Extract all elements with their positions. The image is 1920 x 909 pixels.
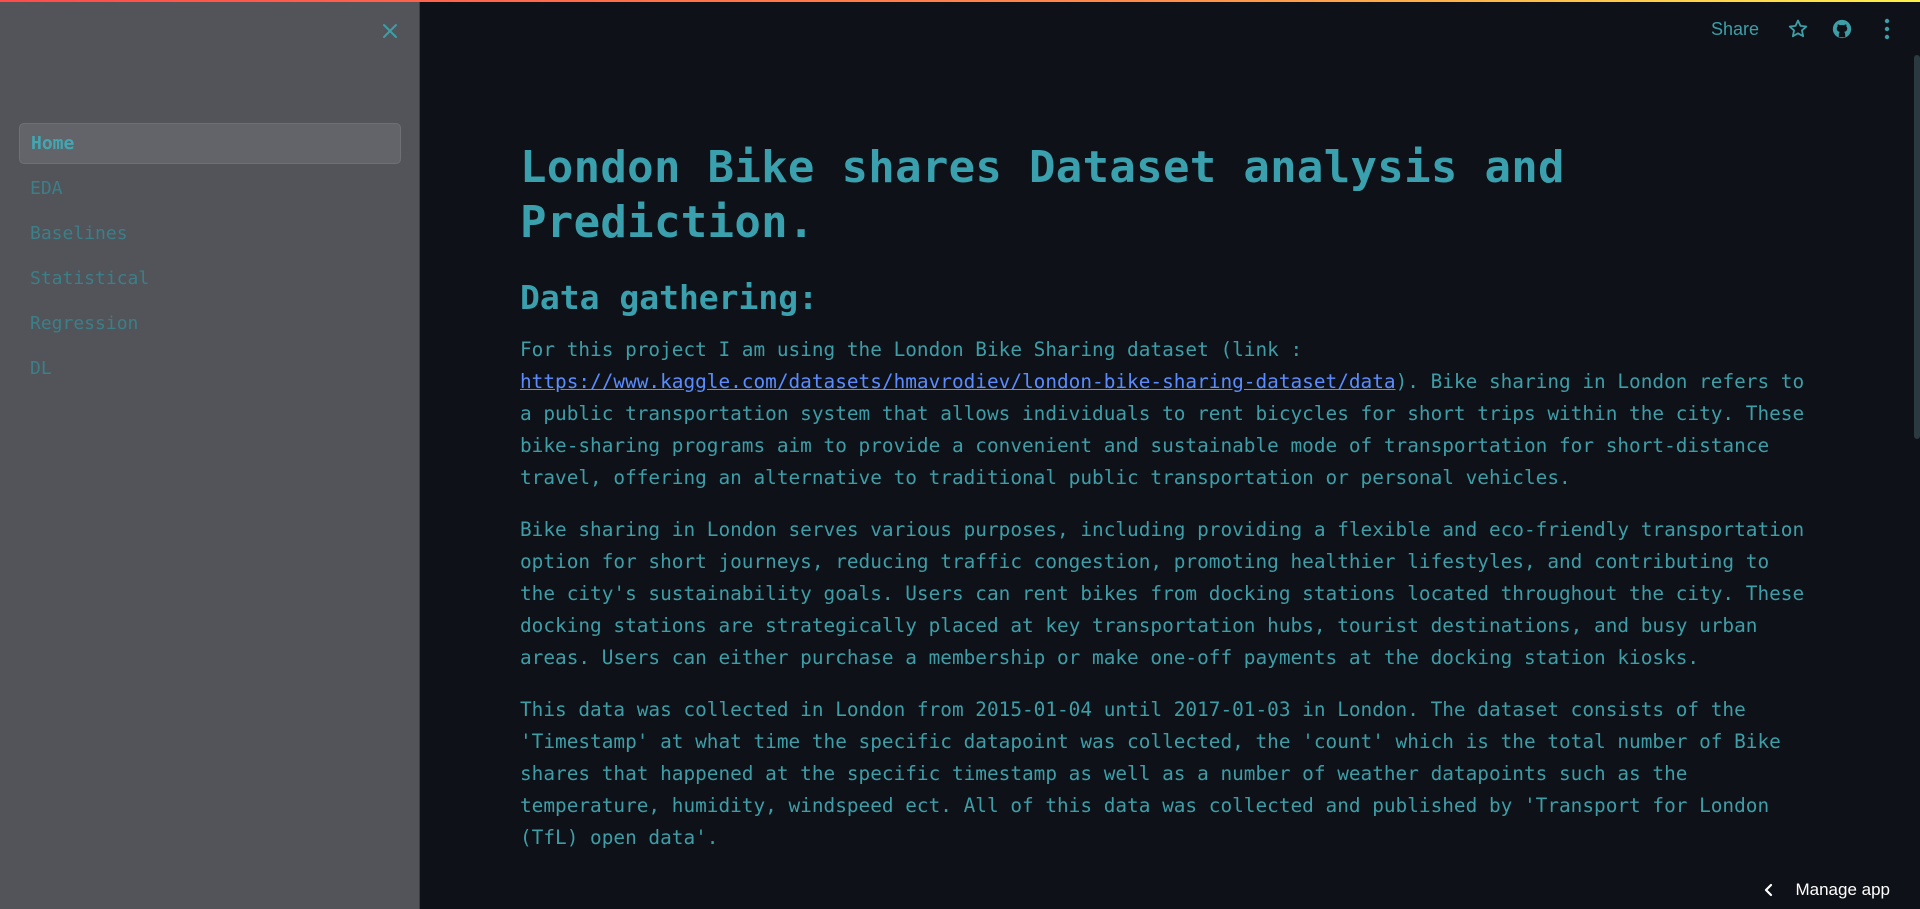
sidebar-item-label: Baselines bbox=[30, 223, 128, 244]
top-accent-bar bbox=[0, 0, 1920, 2]
sidebar-item-statistical[interactable]: Statistical bbox=[19, 258, 401, 299]
paragraph-intro-start: For this project I am using the London B… bbox=[520, 338, 1303, 361]
sidebar-item-label: Home bbox=[31, 133, 75, 154]
sidebar-item-label: Statistical bbox=[30, 268, 150, 289]
chevron-left-icon bbox=[1763, 883, 1773, 897]
sidebar-item-dl[interactable]: DL bbox=[19, 348, 401, 389]
sidebar-item-label: DL bbox=[30, 358, 52, 379]
more-vertical-icon[interactable] bbox=[1874, 16, 1900, 42]
scrollbar[interactable] bbox=[1914, 55, 1920, 439]
paragraph-data-description: This data was collected in London from 2… bbox=[520, 698, 1781, 849]
page-title: London Bike shares Dataset analysis and … bbox=[520, 142, 1565, 248]
github-icon[interactable] bbox=[1829, 16, 1855, 42]
dataset-link[interactable]: https://www.kaggle.com/datasets/hmavrodi… bbox=[520, 370, 1396, 393]
manage-app-label: Manage app bbox=[1795, 880, 1890, 899]
sidebar-item-label: EDA bbox=[30, 178, 63, 199]
section-title: Data gathering: bbox=[520, 278, 819, 317]
header-toolbar: Share bbox=[1711, 0, 1920, 58]
sidebar-item-baselines[interactable]: Baselines bbox=[19, 213, 401, 254]
star-icon[interactable] bbox=[1785, 16, 1811, 42]
sidebar-item-eda[interactable]: EDA bbox=[19, 168, 401, 209]
sidebar: Home EDA Baselines Statistical Regressio… bbox=[0, 0, 420, 909]
manage-app-button[interactable]: Manage app bbox=[1763, 875, 1890, 905]
sidebar-item-home[interactable]: Home bbox=[19, 123, 401, 164]
paragraph-purposes: Bike sharing in London serves various pu… bbox=[520, 518, 1805, 669]
sidebar-item-regression[interactable]: Regression bbox=[19, 303, 401, 344]
paragraph-intro: For this project I am using the London B… bbox=[520, 334, 1810, 494]
share-button[interactable]: Share bbox=[1711, 19, 1759, 40]
sidebar-nav: Home EDA Baselines Statistical Regressio… bbox=[19, 123, 401, 393]
main-content: London Bike shares Dataset analysis and … bbox=[520, 140, 1810, 874]
close-icon[interactable] bbox=[378, 19, 402, 43]
sidebar-item-label: Regression bbox=[30, 313, 139, 334]
